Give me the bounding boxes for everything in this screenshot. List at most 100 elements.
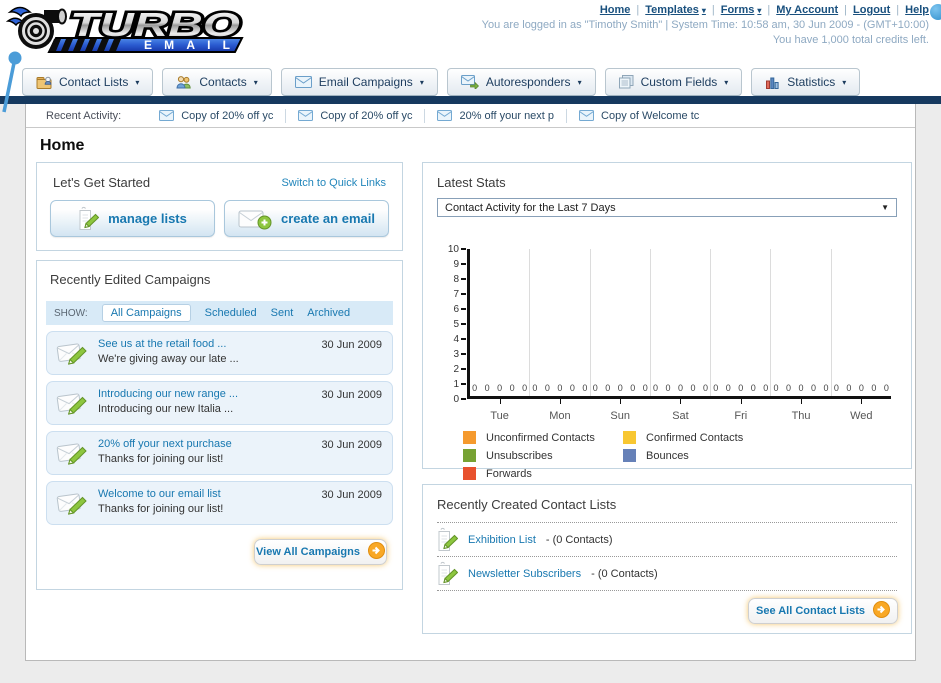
tab-label: Statistics	[787, 75, 836, 89]
legend-label: Unconfirmed Contacts	[486, 431, 595, 444]
x-tick-mark	[559, 399, 561, 404]
chevron-down-icon: ▼	[881, 203, 889, 212]
envelope-icon	[579, 110, 595, 121]
header-link-templates[interactable]: Templates ▾	[645, 4, 706, 16]
campaign-row: 20% off your next purchase Thanks for joi…	[46, 431, 393, 475]
chart-day-column: 0 0 0 0 0 Fri	[711, 249, 772, 422]
data-value-labels: 0 0 0 0 0	[773, 383, 829, 393]
tab-autoresponders[interactable]: Autoresponders ▾	[446, 68, 596, 96]
chevron-down-icon: ▾	[253, 77, 258, 87]
header-link-forms[interactable]: Forms ▾	[721, 4, 762, 16]
contact-list-link[interactable]: Exhibition List	[468, 534, 536, 546]
contact-list-item: Newsletter Subscribers - (0 Contacts)	[437, 557, 897, 591]
y-tick-mark	[461, 398, 466, 400]
y-tick-mark	[461, 323, 466, 325]
manage-lists-button[interactable]: manage lists	[50, 200, 215, 237]
header-link-my-account[interactable]: My Account	[776, 4, 838, 16]
envelope-pencil-icon	[56, 488, 89, 516]
decorative-dot-icon	[930, 4, 941, 20]
y-tick-label: 5	[453, 318, 459, 330]
x-axis-label: Sat	[672, 410, 689, 422]
contact-list-link[interactable]: Newsletter Subscribers	[468, 568, 581, 580]
get-started-title: Let's Get Started	[53, 175, 151, 190]
data-value-labels: 0 0 0 0 0	[833, 383, 889, 393]
recent-activity-item[interactable]: Copy of Welcome tc	[567, 110, 711, 122]
separator: |	[896, 4, 900, 16]
chevron-down-icon: ▾	[419, 77, 424, 87]
tab-statistics[interactable]: Statistics ▾	[751, 68, 861, 96]
campaign-date: 30 Jun 2009	[321, 389, 382, 401]
header-link-home[interactable]: Home	[600, 4, 631, 16]
filter-all-campaigns[interactable]: All Campaigns	[101, 304, 191, 322]
recent-activity-item[interactable]: Copy of 20% off yc	[286, 110, 424, 122]
campaign-title-link[interactable]: See us at the retail food ...	[98, 338, 239, 350]
tab-contact-lists[interactable]: Contact Lists ▾	[22, 68, 154, 96]
notepad-pencil-icon	[437, 561, 458, 587]
y-axis-tick: 3	[437, 349, 466, 360]
data-value-labels: 0 0 0 0 0	[472, 383, 528, 393]
recent-activity-item[interactable]: Copy of 20% off yc	[147, 110, 285, 122]
envelope-plus-icon	[238, 208, 272, 230]
chart-plot-area: 0 0 0 0 0 Tue 0 0 0 0 0 Mon 0 0 0 0 0 Sun 0 0 …	[467, 249, 891, 422]
campaign-date: 30 Jun 2009	[321, 339, 382, 351]
chart-day-column: 0 0 0 0 0 Wed	[832, 249, 891, 422]
x-axis-label: Thu	[791, 410, 811, 422]
create-an-email-label: create an email	[281, 211, 375, 226]
campaign-title-link[interactable]: 20% off your next purchase	[98, 438, 232, 450]
main-nav-tabs: Contact Lists ▾ Contacts ▾ Email Campaigns ▾ A…	[22, 68, 861, 96]
filter-sent[interactable]: Sent	[271, 307, 294, 319]
filter-scheduled[interactable]: Scheduled	[205, 307, 257, 319]
campaign-title-link[interactable]: Welcome to our email list	[98, 488, 223, 500]
view-all-campaigns-label: View All Campaigns	[256, 546, 360, 558]
switch-quick-links[interactable]: Switch to Quick Links	[281, 177, 386, 189]
latest-stats-panel: Latest Stats Contact Activity for the La…	[422, 162, 912, 480]
stats-period-select[interactable]: Contact Activity for the Last 7 Days ▼	[437, 198, 897, 217]
y-tick-mark	[461, 293, 466, 295]
recent-activity-item-label: 20% off your next p	[459, 109, 555, 122]
separator: |	[636, 4, 640, 16]
campaign-row: See us at the retail food ... We're givin…	[46, 331, 393, 375]
x-axis-label: Tue	[490, 410, 509, 422]
view-all-campaigns-button[interactable]: View All Campaigns	[254, 539, 387, 565]
campaign-filter-bar: SHOW: All Campaigns Scheduled Sent Archived	[46, 301, 393, 325]
tab-label: Autoresponders	[485, 75, 571, 89]
tab-email-campaigns[interactable]: Email Campaigns ▾	[280, 68, 438, 96]
content-frame: Recent Activity: Copy of 20% off yc Copy …	[25, 104, 916, 661]
recent-activity-item-label: Copy of 20% off yc	[320, 109, 413, 122]
turbo-email-logo: TURBO EMAIL	[5, 2, 246, 59]
y-axis-tick: 8	[437, 274, 466, 285]
chart-y-axis: 10 9 8 7 6 5 4 3 2 1 0	[437, 243, 467, 405]
campaign-text: See us at the retail food ... We're givin…	[98, 338, 239, 365]
tab-custom-fields[interactable]: Custom Fields ▾	[604, 68, 743, 96]
tab-contacts[interactable]: Contacts ▾	[162, 68, 272, 96]
campaigns-title: Recently Edited Campaigns	[50, 272, 211, 287]
get-started-panel: Let's Get Started Switch to Quick Links …	[36, 162, 403, 251]
header-link-logout[interactable]: Logout	[853, 4, 890, 16]
campaign-text: 20% off your next purchase Thanks for joi…	[98, 438, 232, 465]
y-tick-label: 7	[453, 288, 459, 300]
y-axis-tick: 5	[437, 318, 466, 330]
legend-swatch	[463, 467, 476, 480]
chevron-down-icon: ▾	[135, 77, 140, 87]
y-tick-label: 10	[447, 243, 459, 255]
campaigns-panel: Recently Edited Campaigns SHOW: All Camp…	[36, 260, 403, 590]
envelope-pencil-icon	[56, 438, 89, 466]
tab-label: Contact Lists	[59, 75, 129, 89]
see-all-contact-lists-button[interactable]: See All Contact Lists	[748, 598, 898, 624]
campaign-subtitle: Thanks for joining our list!	[98, 453, 224, 465]
x-tick-mark	[680, 399, 682, 404]
legend-label: Bounces	[646, 449, 689, 462]
header-link-help[interactable]: Help	[905, 4, 929, 16]
chevron-down-icon: ▾	[577, 77, 582, 87]
recent-activity-item[interactable]: 20% off your next p	[425, 110, 566, 122]
create-an-email-button[interactable]: create an email	[224, 200, 389, 237]
tab-label: Custom Fields	[640, 75, 718, 89]
filter-archived[interactable]: Archived	[307, 307, 350, 319]
campaign-title-link[interactable]: Introducing our new range ...	[98, 388, 238, 400]
credits-status: You have 1,000 total credits left.	[772, 34, 929, 46]
campaign-text: Welcome to our email list Thanks for join…	[98, 488, 223, 515]
top-header: TURBO EMAIL Home | Templates ▾ | Forms ▾ | My Ac…	[0, 0, 941, 96]
chart-day-column: 0 0 0 0 0 Mon	[530, 249, 591, 422]
y-tick-mark	[461, 353, 466, 355]
data-value-labels: 0 0 0 0 0	[592, 383, 648, 393]
